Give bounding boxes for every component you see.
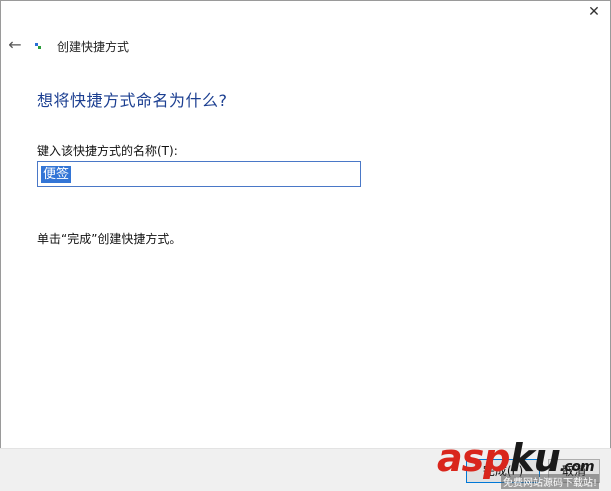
shortcut-name-input[interactable]: 便签 bbox=[37, 161, 361, 187]
name-field-label: 键入该快捷方式的名称(T): bbox=[37, 144, 178, 158]
page-heading: 想将快捷方式命名为什么? bbox=[37, 91, 228, 110]
shortcut-name-value: 便签 bbox=[41, 166, 72, 183]
back-arrow-icon: ← bbox=[8, 35, 22, 54]
close-button[interactable]: ✕ bbox=[583, 3, 605, 21]
cancel-button[interactable]: 取消 bbox=[548, 459, 600, 483]
close-icon: ✕ bbox=[588, 4, 600, 20]
shortcut-wizard-icon bbox=[35, 43, 41, 49]
finish-hint: 单击“完成”创建快捷方式。 bbox=[37, 232, 182, 246]
window-title: 创建快捷方式 bbox=[57, 40, 130, 54]
wizard-header: ← 创建快捷方式 bbox=[0, 34, 611, 58]
finish-button[interactable]: 完成(F) bbox=[466, 459, 540, 483]
back-button[interactable]: ← bbox=[6, 34, 24, 56]
dialog-footer: 完成(F) 取消 bbox=[0, 448, 611, 491]
